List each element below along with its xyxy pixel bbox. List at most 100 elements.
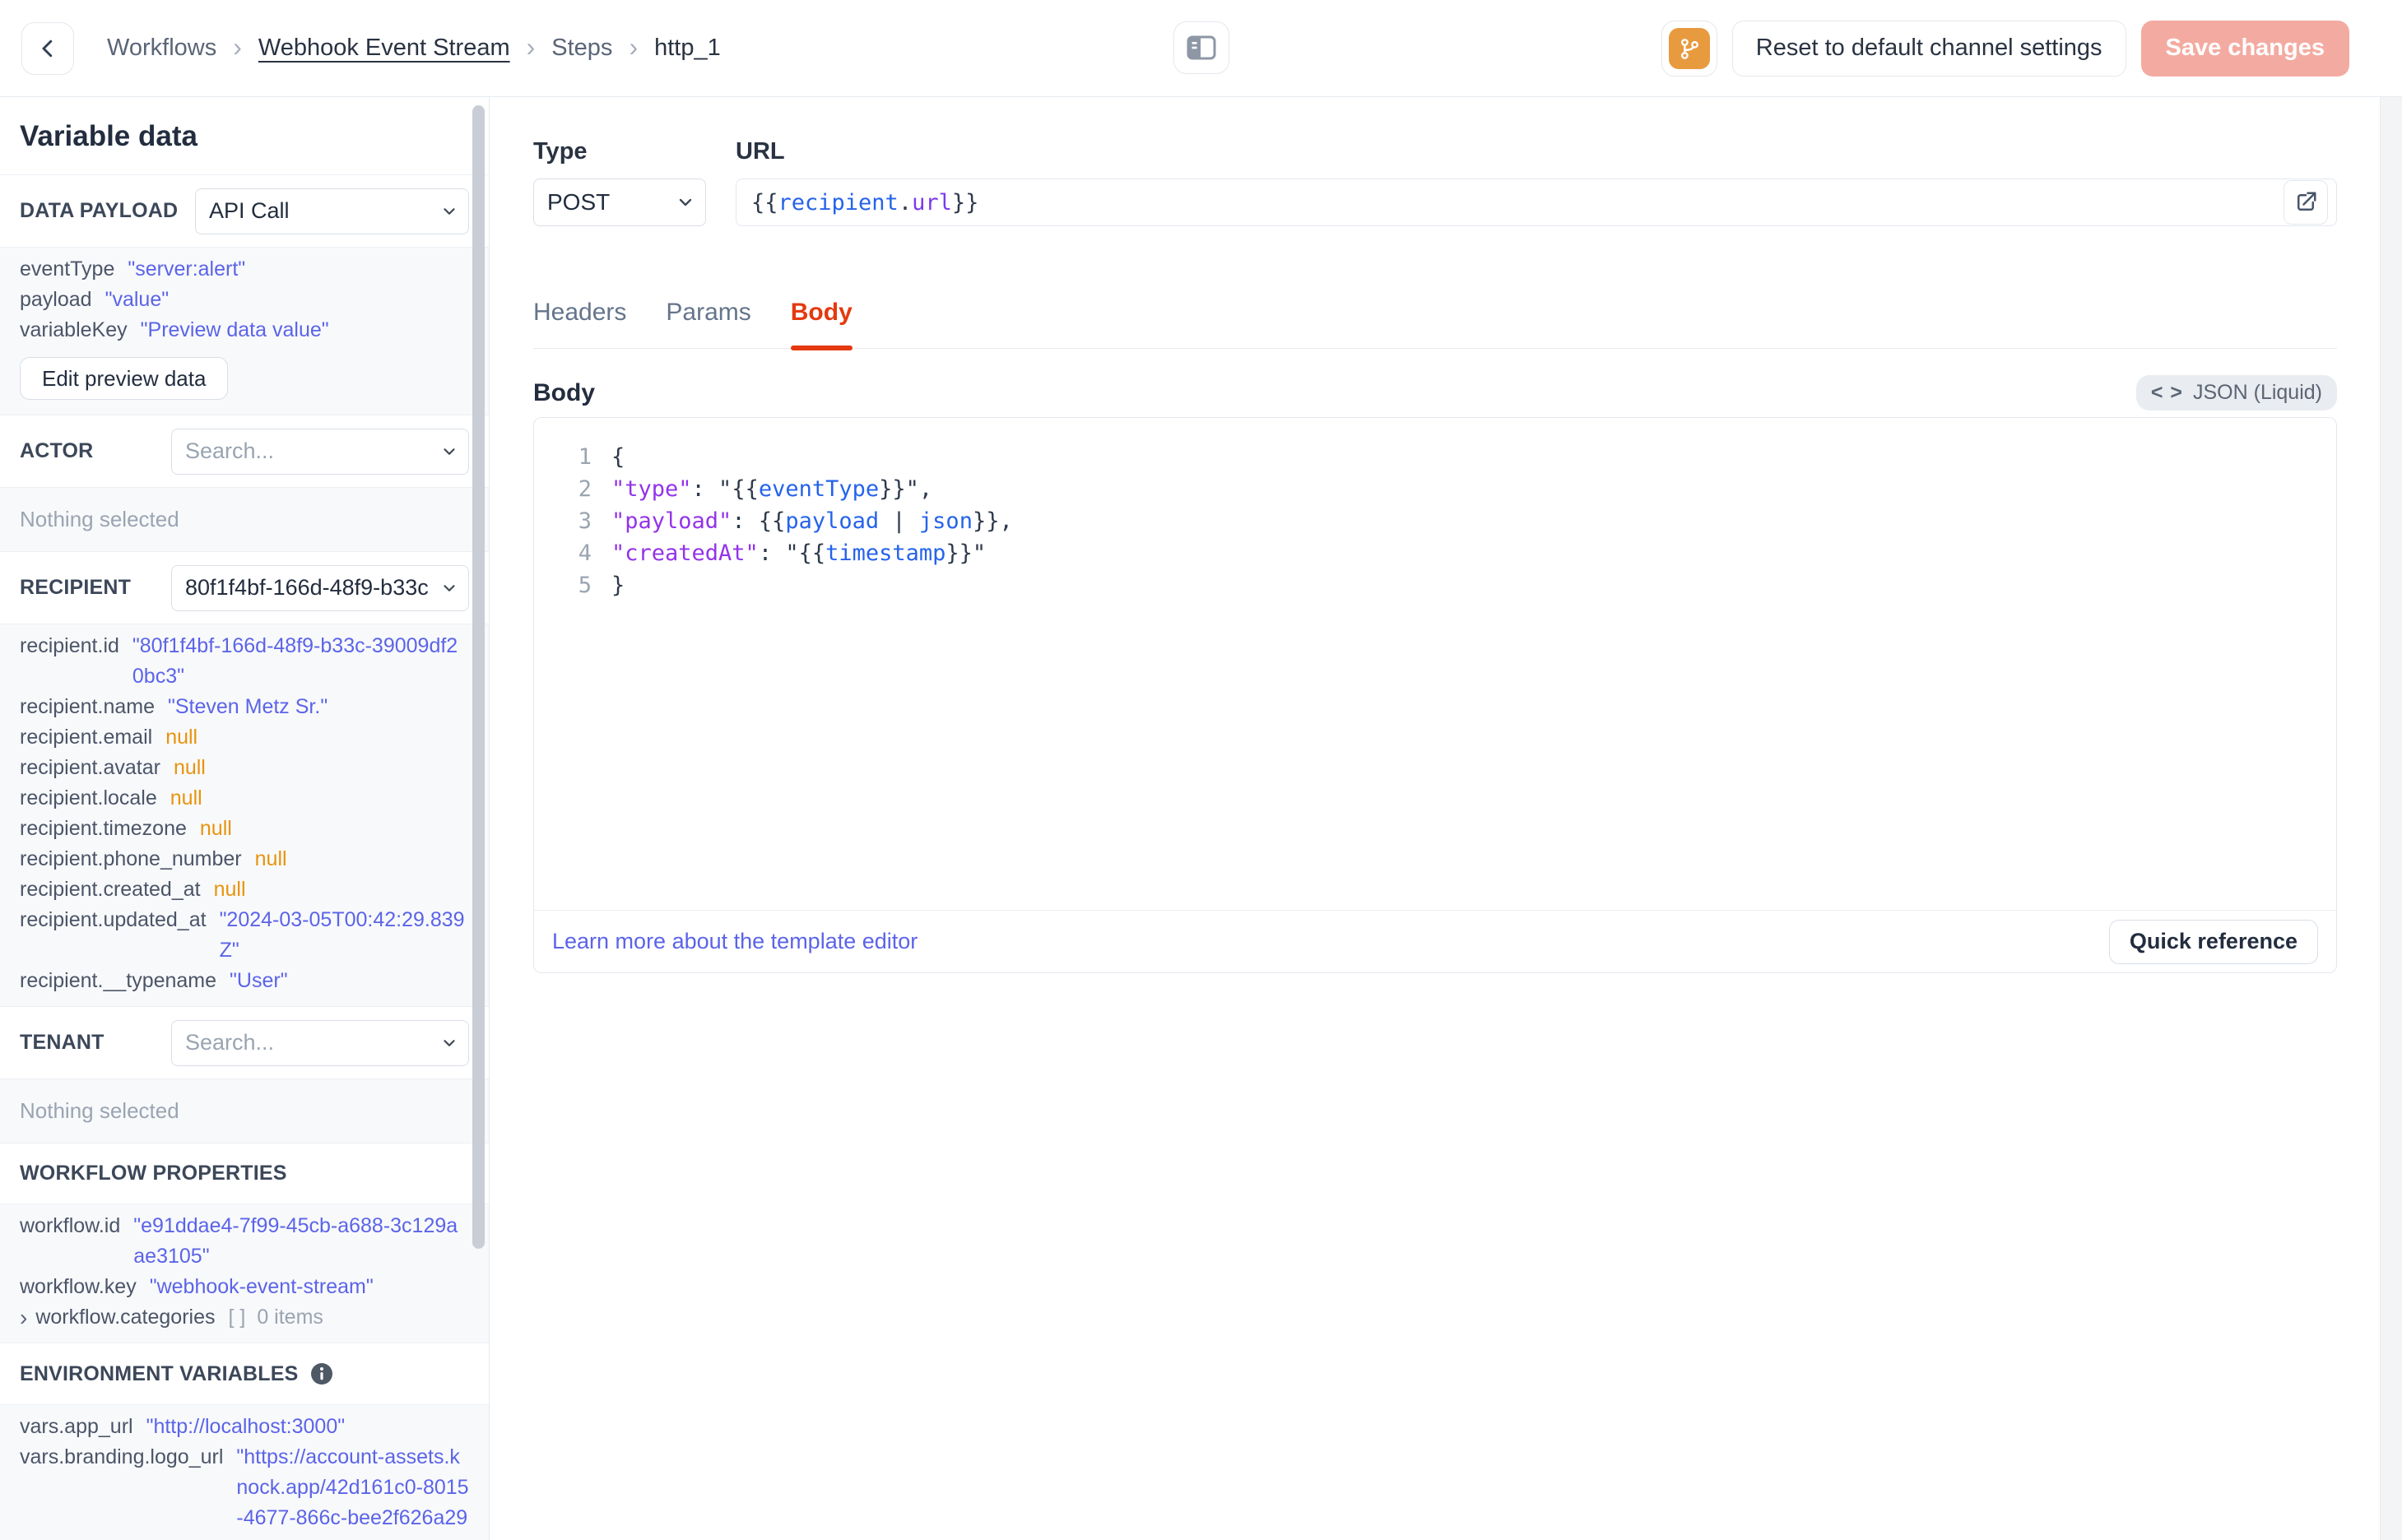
empty-array-badge: [ ] [228, 1306, 246, 1329]
workflow-field-row: workflow.key "webhook-event-stream" [20, 1275, 374, 1298]
language-badge: < > JSON (Liquid) [2135, 375, 2337, 411]
template-editor-docs-link[interactable]: Learn more about the template editor [552, 929, 918, 954]
save-changes-button[interactable]: Save changes [2140, 20, 2349, 77]
breadcrumb-separator-icon: › [629, 31, 639, 62]
code-editor[interactable]: 1 { 2 "type": "{{eventType}}", 3 "payloa… [534, 418, 2336, 910]
line-number: 4 [578, 540, 592, 566]
expand-url-editor-button[interactable] [2284, 180, 2328, 225]
code-line: 2 "type": "{{eventType}}", [554, 473, 2336, 505]
tab-params[interactable]: Params [666, 299, 750, 348]
type-field: Type POST [533, 138, 706, 226]
recipient-field-row: recipient.locale null [20, 786, 202, 809]
actor-search-select[interactable]: Search... [171, 428, 469, 475]
code-line: 1 { [554, 441, 2336, 473]
breadcrumb-workflows[interactable]: Workflows [107, 35, 216, 62]
breadcrumb-separator-icon: › [233, 31, 242, 62]
tab-body[interactable]: Body [790, 299, 853, 350]
line-number: 3 [578, 508, 592, 534]
quick-reference-button[interactable]: Quick reference [2108, 919, 2318, 964]
actor-label: ACTOR [20, 439, 94, 462]
chevron-down-icon [676, 192, 695, 212]
url-label: URL [736, 138, 785, 165]
breadcrumb: Workflows › Webhook Event Stream › Steps… [107, 34, 721, 63]
body-section-label: Body [533, 378, 595, 406]
payload-field-row: eventType "server:alert" [20, 257, 246, 281]
data-payload-label: DATA PAYLOAD [20, 199, 179, 222]
info-icon[interactable] [309, 1361, 334, 1386]
chevron-right-icon[interactable]: › [20, 1302, 27, 1333]
edit-preview-data-button[interactable]: Edit preview data [20, 357, 229, 400]
code-line: 3 "payload": {{payload | json}}, [554, 505, 2336, 537]
data-payload-select[interactable]: API Call [195, 188, 469, 234]
top-bar: Workflows › Webhook Event Stream › Steps… [0, 0, 2402, 97]
env-field-row: vars.app_url "http://localhost:3000" [20, 1415, 346, 1438]
tenant-empty-panel: Nothing selected [0, 1078, 489, 1143]
panel-layout-icon [1187, 35, 1216, 61]
content-area: Variable data DATA PAYLOAD API Call even… [0, 97, 2402, 1540]
recipient-field-row: recipient.email null [20, 726, 198, 749]
breadcrumb-workflow-name-link[interactable]: Webhook Event Stream [258, 35, 510, 62]
http-method-select[interactable]: POST [533, 179, 706, 226]
line-number: 2 [578, 476, 592, 502]
page-scrollbar-gutter [2380, 97, 2402, 1540]
request-editor-main: Type POST URL {{recipient. url}} Header… [490, 97, 2402, 1540]
type-label: Type [533, 138, 588, 165]
sidebar-scrollbar-thumb[interactable] [472, 105, 485, 1249]
recipient-field-row: recipient.avatar null [20, 756, 206, 779]
workflow-properties-header: WORKFLOW PROPERTIES [0, 1143, 489, 1204]
breadcrumb-current-step: http_1 [654, 35, 721, 61]
tab-headers[interactable]: Headers [533, 299, 626, 348]
app-window: Workflows › Webhook Event Stream › Steps… [0, 0, 2402, 1540]
sidebar-title: Variable data [20, 120, 197, 152]
recipient-field-row: recipient.timezone null [20, 817, 232, 840]
recipient-field-row: recipient.phone_number null [20, 847, 287, 870]
payload-fields-panel: eventType "server:alert" payload "value"… [0, 247, 489, 415]
code-line: 4 "createdAt": "{{timestamp}}" [554, 537, 2336, 569]
commit-history-button[interactable] [1661, 20, 1717, 77]
editor-footer: Learn more about the template editor Qui… [534, 910, 2336, 972]
tenant-search-select[interactable]: Search... [171, 1019, 469, 1066]
reset-channel-settings-button[interactable]: Reset to default channel settings [1731, 20, 2126, 77]
recipient-fields-panel: recipient.id "80f1f4bf-166d-48f9-b33c-390… [0, 624, 489, 1006]
breadcrumb-steps[interactable]: Steps [551, 35, 612, 62]
chevron-down-icon [440, 443, 458, 461]
recipient-field-row: recipient.name "Steven Metz Sr." [20, 695, 328, 718]
chevron-left-icon [35, 36, 60, 61]
external-link-icon [2293, 190, 2318, 215]
breadcrumb-separator-icon: › [526, 31, 536, 62]
actor-empty-panel: Nothing selected [0, 487, 489, 551]
array-item-count: 0 items [257, 1306, 323, 1329]
payload-field-row: payload "value" [20, 288, 170, 311]
code-icon: < > [2150, 381, 2183, 404]
workflow-fields-panel: workflow.id "e91ddae4-7f99-45cb-a688-3c12… [0, 1204, 489, 1343]
workflow-categories-row[interactable]: › workflow.categories [ ] 0 items [20, 1302, 469, 1333]
recipient-field-row: recipient.__typename "User" [20, 969, 288, 992]
request-tabs: Headers Params Body [533, 299, 2337, 350]
actor-row: ACTOR Search... [0, 415, 489, 487]
request-config-row: Type POST URL {{recipient. url}} [533, 138, 2337, 226]
chevron-down-icon [440, 202, 458, 220]
data-payload-row: DATA PAYLOAD API Call [0, 174, 489, 247]
tenant-row: TENANT Search... [0, 1006, 489, 1078]
recipient-select[interactable]: 80f1f4bf-166d-48f9-b33c [171, 564, 469, 611]
recipient-field-row: recipient.id "80f1f4bf-166d-48f9-b33c-390… [20, 634, 458, 688]
variable-data-sidebar: Variable data DATA PAYLOAD API Call even… [0, 97, 490, 1540]
code-line: 5 } [554, 569, 2336, 601]
body-template-editor: 1 { 2 "type": "{{eventType}}", 3 "payloa… [533, 417, 2337, 973]
url-input[interactable]: {{recipient. url}} [736, 179, 2337, 226]
body-editor-header: Body < > JSON (Liquid) [533, 375, 2337, 411]
line-number: 5 [578, 573, 592, 598]
chevron-down-icon [440, 579, 458, 597]
git-branch-icon [1668, 27, 1710, 69]
url-field-wrap: URL {{recipient. url}} [736, 138, 2337, 226]
env-field-row: vars.branding.logo_url "https://account-a… [20, 1445, 469, 1540]
recipient-field-row: recipient.updated_at "2024-03-05T00:42:29… [20, 908, 465, 962]
line-number: 1 [578, 444, 592, 470]
sidebar-toggle-button[interactable] [1173, 21, 1229, 74]
environment-variables-header: ENVIRONMENT VARIABLES [0, 1343, 489, 1404]
topbar-actions: Reset to default channel settings Save c… [1661, 20, 2349, 77]
recipient-label: RECIPIENT [20, 576, 132, 599]
payload-field-row: variableKey "Preview data value" [20, 318, 329, 341]
tenant-label: TENANT [20, 1031, 105, 1054]
back-button[interactable] [21, 21, 74, 75]
